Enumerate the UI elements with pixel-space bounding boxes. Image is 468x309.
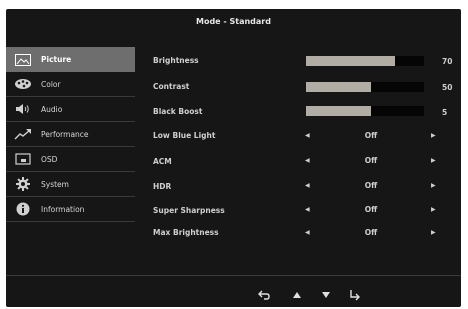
super-sharpness-left-arrow-icon[interactable]: ◀ (305, 206, 310, 213)
max-brightness-value[interactable]: Off (346, 228, 396, 237)
trend-up-icon (14, 127, 32, 141)
picture-icon (14, 53, 32, 67)
back-icon[interactable] (256, 288, 272, 302)
screen-icon (14, 152, 32, 166)
acm-label: ACM (153, 157, 172, 166)
sidebar-item-label: System (41, 179, 69, 189)
sidebar-item-color[interactable]: Color (6, 72, 135, 97)
low-blue-light-right-arrow-icon[interactable]: ▶ (431, 132, 436, 139)
palette-icon (14, 77, 32, 91)
sidebar-item-information[interactable]: Information (6, 197, 135, 222)
sidebar-item-label: Picture (41, 55, 72, 64)
sidebar-item-system[interactable]: System (6, 172, 135, 197)
info-icon (14, 202, 32, 216)
brightness-value: 70 (442, 57, 453, 66)
footer-divider (6, 275, 461, 276)
speaker-icon (14, 102, 32, 116)
black-boost-slider[interactable] (306, 106, 424, 116)
sidebar-item-osd[interactable]: OSD (6, 147, 135, 172)
gear-icon (14, 177, 32, 191)
sidebar-item-label: Audio (41, 104, 63, 114)
brightness-slider-fill (306, 56, 395, 66)
black-boost-label: Black Boost (153, 107, 203, 116)
super-sharpness-right-arrow-icon[interactable]: ▶ (431, 206, 436, 213)
contrast-slider-fill (306, 82, 371, 92)
hdr-label: HDR (153, 182, 172, 191)
contrast-label: Contrast (153, 82, 190, 91)
enter-icon[interactable] (347, 288, 363, 302)
black-boost-slider-fill (306, 106, 371, 116)
contrast-value: 50 (442, 83, 453, 92)
sidebar-item-label: Performance (41, 129, 89, 139)
hdr-right-arrow-icon[interactable]: ▶ (431, 182, 436, 189)
osd-menu: Mode - Standard Picture Color Audio Perf… (6, 9, 461, 307)
sidebar-item-label: Color (41, 79, 61, 89)
up-icon[interactable] (289, 288, 305, 302)
contrast-slider[interactable] (306, 82, 424, 92)
sidebar-item-label: Information (41, 204, 85, 214)
brightness-slider[interactable] (306, 56, 424, 66)
sidebar-item-performance[interactable]: Performance (6, 122, 135, 147)
hdr-value[interactable]: Off (346, 181, 396, 190)
super-sharpness-value[interactable]: Off (346, 205, 396, 214)
acm-value[interactable]: Off (346, 156, 396, 165)
hdr-left-arrow-icon[interactable]: ◀ (305, 182, 310, 189)
brightness-label: Brightness (153, 56, 199, 65)
acm-left-arrow-icon[interactable]: ◀ (305, 157, 310, 164)
low-blue-light-value[interactable]: Off (346, 131, 396, 140)
black-boost-value: 5 (442, 108, 448, 117)
super-sharpness-label: Super Sharpness (153, 206, 225, 215)
page-title: Mode - Standard (196, 17, 271, 26)
sidebar-item-label: OSD (41, 154, 58, 164)
max-brightness-label: Max Brightness (153, 228, 219, 237)
low-blue-light-left-arrow-icon[interactable]: ◀ (305, 132, 310, 139)
acm-right-arrow-icon[interactable]: ▶ (431, 157, 436, 164)
sidebar-item-picture[interactable]: Picture (6, 47, 135, 72)
low-blue-light-label: Low Blue Light (153, 131, 216, 140)
sidebar-item-audio[interactable]: Audio (6, 97, 135, 122)
max-brightness-right-arrow-icon[interactable]: ▶ (431, 229, 436, 236)
max-brightness-left-arrow-icon[interactable]: ◀ (305, 229, 310, 236)
down-icon[interactable] (318, 288, 334, 302)
